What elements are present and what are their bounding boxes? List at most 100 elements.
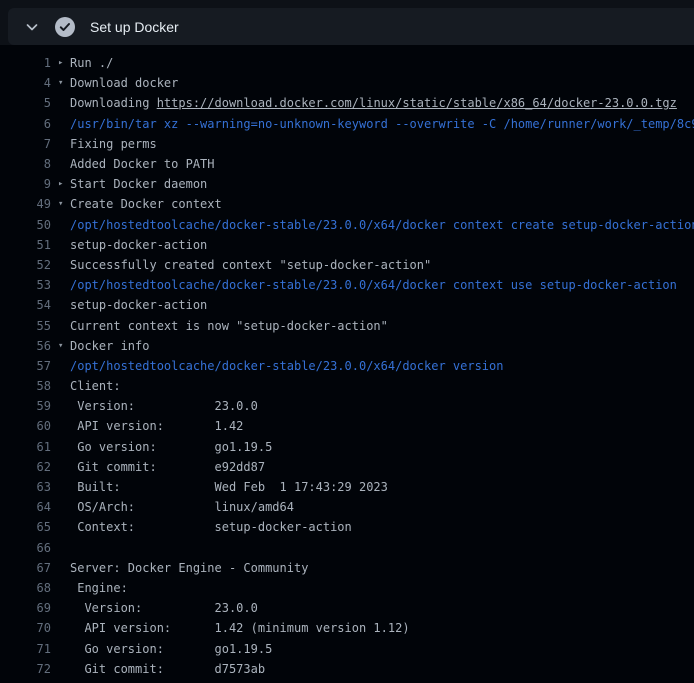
log-line-number[interactable]: 8 (0, 157, 51, 171)
log-line[interactable]: 1 ▸Run ./ (0, 53, 694, 73)
log-command-text: /opt/hostedtoolcache/docker-stable/23.0.… (70, 278, 677, 292)
log-output-text: Go version: go1.19.5 (70, 440, 272, 454)
log-line[interactable]: 4 ▾Download docker (0, 73, 694, 93)
log-command-text: /opt/hostedtoolcache/docker-stable/23.0.… (70, 218, 694, 232)
log-line: 54 setup-docker-action (0, 295, 694, 315)
log-line: 72 Git commit: d7573ab (0, 659, 694, 679)
log-line-number[interactable]: 63 (0, 480, 51, 494)
log-output-text: Git commit: d7573ab (70, 662, 265, 676)
log-output-text: Downloading https://download.docker.com/… (70, 96, 677, 110)
log-line: 50/opt/hostedtoolcache/docker-stable/23.… (0, 215, 694, 235)
log-line[interactable]: 9 ▸Start Docker daemon (0, 174, 694, 194)
log-line-number[interactable]: 1 (0, 56, 51, 70)
log-line: 8 Added Docker to PATH (0, 154, 694, 174)
log-line: 7 Fixing perms (0, 134, 694, 154)
group-title[interactable]: Docker info (70, 339, 149, 353)
log-line: 67 Server: Docker Engine - Community (0, 558, 694, 578)
log-line: 62 Git commit: e92dd87 (0, 457, 694, 477)
log-command-text: /opt/hostedtoolcache/docker-stable/23.0.… (70, 359, 503, 373)
log-link[interactable]: https://download.docker.com/linux/static… (157, 96, 677, 110)
log-output-text: Built: Wed Feb 1 17:43:29 2023 (70, 480, 388, 494)
log-line: 69 Version: 23.0.0 (0, 598, 694, 618)
log-line: 70 API version: 1.42 (minimum version 1.… (0, 618, 694, 638)
log-line: 6/usr/bin/tar xz --warning=no-unknown-ke… (0, 114, 694, 134)
log-output-text: API version: 1.42 (minimum version 1.12) (70, 621, 410, 635)
log-line: 60 API version: 1.42 (0, 416, 694, 436)
group-expanded-arrow-icon[interactable]: ▾ (58, 341, 70, 351)
log-line-number[interactable]: 72 (0, 662, 51, 676)
log-output-text: Successfully created context "setup-dock… (70, 258, 431, 272)
log-line: 65 Context: setup-docker-action (0, 517, 694, 537)
log-line-number[interactable]: 67 (0, 561, 51, 575)
log-line: 52 Successfully created context "setup-do… (0, 255, 694, 275)
log-line-number[interactable]: 62 (0, 460, 51, 474)
log-output-text: Added Docker to PATH (70, 157, 215, 171)
log-line-number[interactable]: 61 (0, 440, 51, 454)
log-line: 5 Downloading https://download.docker.com… (0, 93, 694, 113)
log-output-text: OS/Arch: linux/amd64 (70, 500, 294, 514)
log-line-number[interactable]: 60 (0, 419, 51, 433)
log-line-number[interactable]: 66 (0, 541, 51, 555)
log-line: 66 (0, 538, 694, 558)
log-line-number[interactable]: 70 (0, 621, 51, 635)
log-command-text: /usr/bin/tar xz --warning=no-unknown-key… (70, 117, 694, 131)
log-output-text: Git commit: e92dd87 (70, 460, 265, 474)
group-title[interactable]: Download docker (70, 76, 178, 90)
log-line-number[interactable]: 69 (0, 601, 51, 615)
log-output-text: setup-docker-action (70, 238, 207, 252)
log-output-text: Server: Docker Engine - Community (70, 561, 308, 575)
log-line-number[interactable]: 49 (0, 197, 51, 211)
log-line-number[interactable]: 64 (0, 500, 51, 514)
log-line: 57/opt/hostedtoolcache/docker-stable/23.… (0, 356, 694, 376)
log-line: 51 setup-docker-action (0, 235, 694, 255)
log-output-text: Engine: (70, 581, 128, 595)
group-title[interactable]: Create Docker context (70, 197, 222, 211)
log-output-text: Version: 23.0.0 (70, 399, 258, 413)
group-title[interactable]: Run ./ (70, 56, 113, 70)
log-line: 64 OS/Arch: linux/amd64 (0, 497, 694, 517)
group-collapsed-arrow-icon[interactable]: ▸ (58, 179, 70, 189)
log-line-number[interactable]: 58 (0, 379, 51, 393)
log-line-number[interactable]: 59 (0, 399, 51, 413)
log-output-text: Go version: go1.19.5 (70, 642, 272, 656)
log-line[interactable]: 56 ▾Docker info (0, 336, 694, 356)
log-line: 53/opt/hostedtoolcache/docker-stable/23.… (0, 275, 694, 295)
log-line: 55 Current context is now "setup-docker-a… (0, 315, 694, 335)
group-title[interactable]: Start Docker daemon (70, 177, 207, 191)
log-line-number[interactable]: 9 (0, 177, 51, 191)
log-line-number[interactable]: 51 (0, 238, 51, 252)
log-line: 58 Client: (0, 376, 694, 396)
log-line-number[interactable]: 53 (0, 278, 51, 292)
log-line-number[interactable]: 50 (0, 218, 51, 232)
log-output-text: Client: (70, 379, 121, 393)
success-check-icon (55, 17, 75, 37)
group-collapsed-arrow-icon[interactable]: ▸ (58, 58, 70, 68)
log-line: 71 Go version: go1.19.5 (0, 638, 694, 658)
step-header[interactable]: Set up Docker (8, 8, 694, 45)
log-line-number[interactable]: 4 (0, 76, 51, 90)
log-line-number[interactable]: 52 (0, 258, 51, 272)
group-expanded-arrow-icon[interactable]: ▾ (58, 78, 70, 88)
log-line[interactable]: 49 ▾Create Docker context (0, 194, 694, 214)
log-line: 61 Go version: go1.19.5 (0, 437, 694, 457)
log-line-number[interactable]: 71 (0, 642, 51, 656)
log-output-text: API version: 1.42 (70, 419, 243, 433)
log-line: 63 Built: Wed Feb 1 17:43:29 2023 (0, 477, 694, 497)
log-line-number[interactable]: 54 (0, 298, 51, 312)
log-line-number[interactable]: 56 (0, 339, 51, 353)
step-title: Set up Docker (90, 19, 179, 35)
log-output-text: Version: 23.0.0 (70, 601, 258, 615)
group-expanded-arrow-icon[interactable]: ▾ (58, 199, 70, 209)
log-line-number[interactable]: 5 (0, 96, 51, 110)
log-line-number[interactable]: 57 (0, 359, 51, 373)
log-console: 1▸Run ./4▾Download docker5Downloading ht… (0, 45, 694, 683)
log-output-text: Fixing perms (70, 137, 157, 151)
log-line-number[interactable]: 6 (0, 117, 51, 131)
log-line-number[interactable]: 68 (0, 581, 51, 595)
log-output-text: Current context is now "setup-docker-act… (70, 319, 388, 333)
log-line-number[interactable]: 55 (0, 319, 51, 333)
chevron-down-icon[interactable] (24, 19, 40, 35)
log-output-text: setup-docker-action (70, 298, 207, 312)
log-line-number[interactable]: 65 (0, 520, 51, 534)
log-line-number[interactable]: 7 (0, 137, 51, 151)
